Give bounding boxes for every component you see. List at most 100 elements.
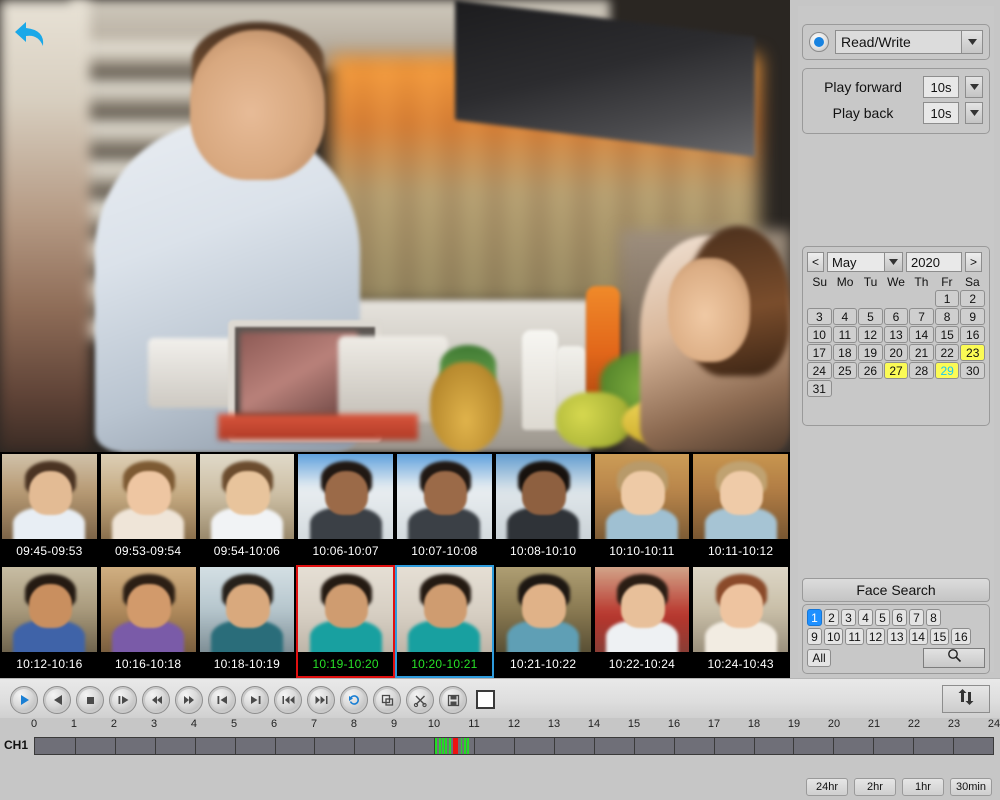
loop-button[interactable] — [340, 686, 368, 714]
thumbnail-item[interactable]: 10:21-10:22 — [494, 565, 593, 678]
calendar-day[interactable]: 11 — [833, 326, 858, 343]
zoom-button[interactable]: 1hr — [902, 778, 944, 796]
next-frame-button[interactable] — [241, 686, 269, 714]
calendar-day[interactable]: 1 — [935, 290, 960, 307]
timeline-event-marker[interactable] — [445, 738, 447, 754]
play-button[interactable] — [10, 686, 38, 714]
thumbnail-item[interactable]: 10:16-10:18 — [99, 565, 198, 678]
thumbnail-item[interactable]: 10:11-10:12 — [691, 452, 790, 565]
video-preview[interactable] — [0, 0, 790, 452]
play-back-value[interactable]: 10s — [923, 102, 959, 124]
thumbnail-item[interactable]: 10:24-10:43 — [691, 565, 790, 678]
calendar-day[interactable]: 30 — [960, 362, 985, 379]
thumbnail-item[interactable]: 09:54-10:06 — [198, 452, 297, 565]
calendar-day[interactable]: 17 — [807, 344, 832, 361]
zoom-button[interactable]: 30min — [950, 778, 992, 796]
previous-file-button[interactable] — [274, 686, 302, 714]
calendar-prev-button[interactable]: < — [807, 252, 824, 272]
thumbnail-item[interactable]: 10:22-10:24 — [593, 565, 692, 678]
timeline-event-marker[interactable] — [449, 738, 451, 754]
channel-all-button[interactable]: All — [807, 649, 831, 667]
fullscreen-checkbox[interactable] — [476, 690, 495, 709]
channel-button[interactable]: 7 — [909, 609, 924, 626]
cut-button[interactable] — [406, 686, 434, 714]
channel-button[interactable]: 13 — [887, 628, 906, 645]
stop-button[interactable] — [76, 686, 104, 714]
calendar-day[interactable]: 7 — [909, 308, 934, 325]
zoom-button[interactable]: 2hr — [854, 778, 896, 796]
timeline-track[interactable] — [34, 737, 994, 755]
calendar-day[interactable]: 10 — [807, 326, 832, 343]
calendar-day[interactable]: 21 — [909, 344, 934, 361]
channel-button[interactable]: 6 — [892, 609, 907, 626]
calendar-day[interactable]: 20 — [884, 344, 909, 361]
calendar-day[interactable]: 19 — [858, 344, 883, 361]
calendar-day[interactable]: 16 — [960, 326, 985, 343]
thumbnail-item[interactable]: 10:08-10:10 — [494, 452, 593, 565]
mode-select[interactable]: Read/Write — [835, 30, 983, 54]
calendar-day[interactable]: 15 — [935, 326, 960, 343]
play-forward-dropdown[interactable] — [965, 76, 983, 98]
timeline[interactable]: 0123456789101112131415161718192021222324… — [0, 718, 1000, 758]
face-search-button[interactable] — [923, 648, 985, 668]
back-arrow-icon[interactable] — [12, 18, 52, 52]
chevron-down-icon[interactable] — [961, 31, 982, 53]
calendar-day[interactable]: 27 — [884, 362, 909, 379]
channel-button[interactable]: 15 — [930, 628, 949, 645]
channel-button[interactable]: 11 — [845, 628, 863, 645]
calendar-day[interactable]: 14 — [909, 326, 934, 343]
calendar-year-field[interactable]: 2020 — [906, 252, 962, 272]
rewind-button[interactable] — [142, 686, 170, 714]
timeline-event-marker[interactable] — [439, 738, 441, 754]
calendar-next-button[interactable]: > — [965, 252, 982, 272]
channel-button[interactable]: 12 — [866, 628, 885, 645]
channel-button[interactable]: 8 — [926, 609, 941, 626]
timeline-event-marker[interactable] — [435, 738, 437, 754]
fast-forward-button[interactable] — [175, 686, 203, 714]
channel-button[interactable]: 10 — [824, 628, 843, 645]
calendar-day[interactable]: 31 — [807, 380, 832, 397]
play-forward-value[interactable]: 10s — [923, 76, 959, 98]
timeline-event-marker[interactable] — [453, 738, 459, 754]
calendar-day[interactable]: 3 — [807, 308, 832, 325]
save-button[interactable] — [439, 686, 467, 714]
next-file-button[interactable] — [307, 686, 335, 714]
thumbnail-item[interactable]: 10:19-10:20 — [296, 565, 395, 678]
channel-button[interactable]: 5 — [875, 609, 890, 626]
calendar-day[interactable]: 24 — [807, 362, 832, 379]
channel-button[interactable]: 16 — [951, 628, 970, 645]
timeline-event-marker[interactable] — [464, 738, 466, 754]
thumbnail-item[interactable]: 09:53-09:54 — [99, 452, 198, 565]
chevron-down-icon[interactable] — [884, 253, 902, 271]
calendar-day[interactable]: 9 — [960, 308, 985, 325]
channel-button[interactable]: 3 — [841, 609, 856, 626]
play-back-dropdown[interactable] — [965, 102, 983, 124]
calendar-day[interactable]: 13 — [884, 326, 909, 343]
thumbnail-item[interactable]: 10:06-10:07 — [296, 452, 395, 565]
sync-button[interactable] — [942, 685, 990, 713]
channel-button[interactable]: 4 — [858, 609, 873, 626]
thumbnail-item[interactable]: 09:45-09:53 — [0, 452, 99, 565]
calendar-day[interactable]: 18 — [833, 344, 858, 361]
calendar-day[interactable]: 28 — [909, 362, 934, 379]
calendar-day[interactable]: 25 — [833, 362, 858, 379]
thumbnail-item[interactable]: 10:12-10:16 — [0, 565, 99, 678]
play-reverse-button[interactable] — [43, 686, 71, 714]
timeline-event-marker[interactable] — [461, 738, 463, 754]
calendar-day[interactable]: 2 — [960, 290, 985, 307]
calendar-day[interactable]: 5 — [858, 308, 883, 325]
channel-button[interactable]: 2 — [824, 609, 839, 626]
clip-button[interactable] — [373, 686, 401, 714]
read-write-radio[interactable] — [809, 32, 829, 52]
thumbnail-item[interactable]: 10:18-10:19 — [198, 565, 297, 678]
thumbnail-item[interactable]: 10:10-10:11 — [593, 452, 692, 565]
calendar-day[interactable]: 6 — [884, 308, 909, 325]
calendar-day[interactable]: 29 — [935, 362, 960, 379]
calendar-day[interactable]: 4 — [833, 308, 858, 325]
timeline-event-marker[interactable] — [467, 738, 469, 754]
calendar-day[interactable]: 8 — [935, 308, 960, 325]
step-frame-button[interactable] — [109, 686, 137, 714]
thumbnail-item[interactable]: 10:20-10:21 — [395, 565, 494, 678]
previous-frame-button[interactable] — [208, 686, 236, 714]
timeline-event-marker[interactable] — [442, 738, 444, 754]
